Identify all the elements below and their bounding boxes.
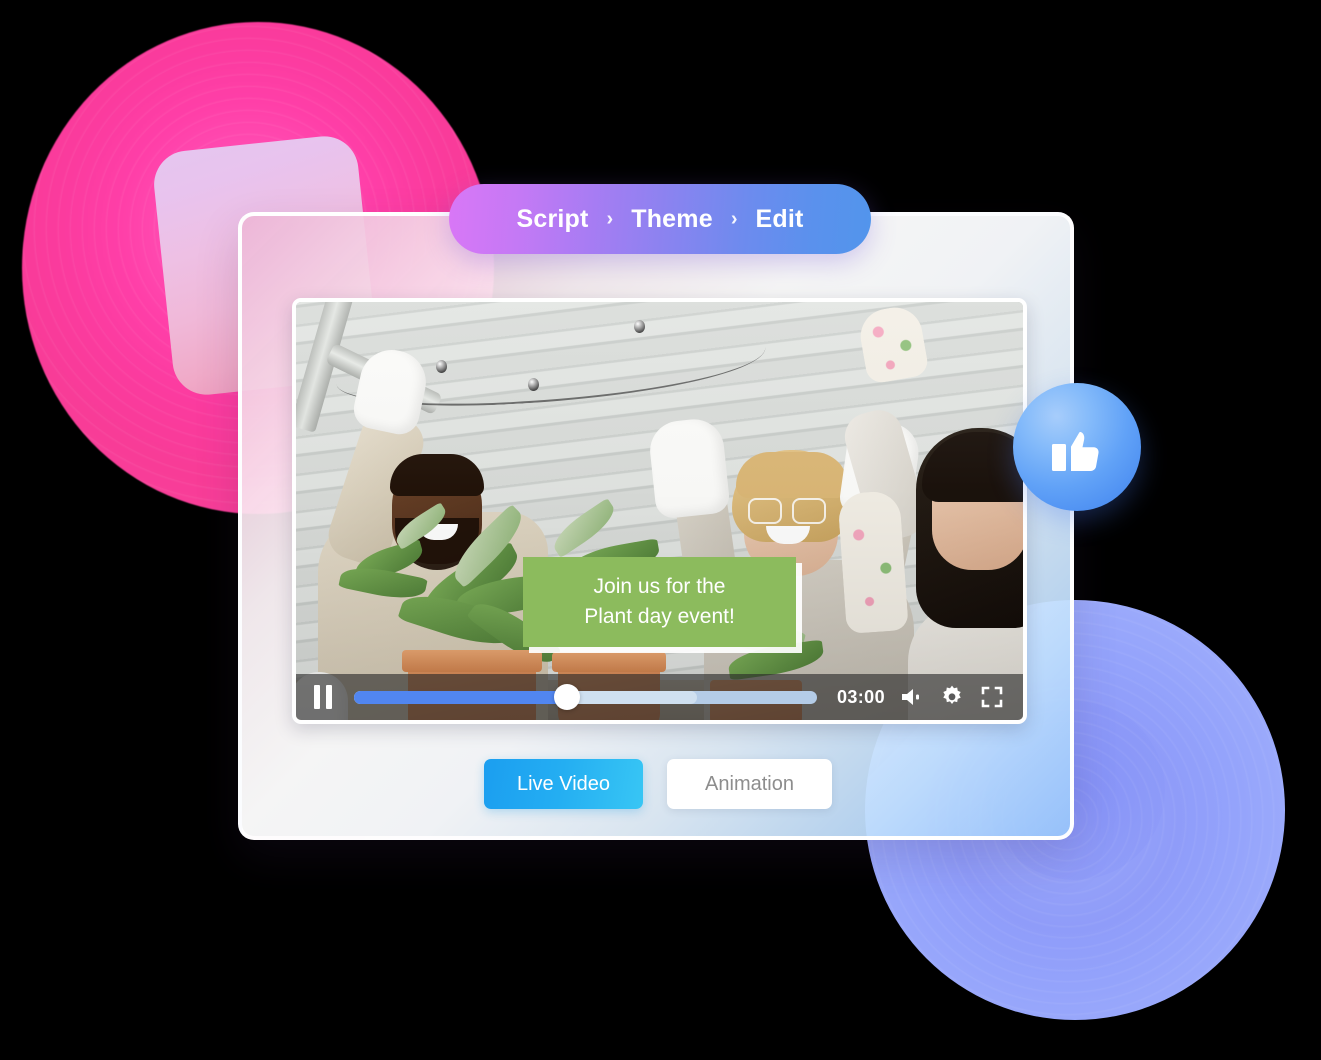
chevron-right-icon: › <box>606 207 614 230</box>
video-player[interactable]: Join us for the Plant day event! 03:00 <box>292 298 1027 724</box>
progress-bar[interactable] <box>354 684 817 710</box>
fullscreen-icon[interactable] <box>979 684 1005 710</box>
progress-thumb[interactable] <box>553 684 580 710</box>
video-still-image <box>296 302 1023 720</box>
video-caption: Join us for the Plant day event! <box>523 557 796 647</box>
player-controls: 03:00 <box>296 674 1023 720</box>
volume-icon[interactable] <box>899 684 925 710</box>
time-label: 03:00 <box>836 686 885 707</box>
breadcrumb-item-script[interactable]: Script <box>516 205 588 234</box>
breadcrumb-item-edit[interactable]: Edit <box>755 205 803 234</box>
breadcrumb-item-theme[interactable]: Theme <box>631 205 713 234</box>
caption-line-1: Join us for the <box>593 575 726 598</box>
photo-vignette <box>296 302 1023 720</box>
progress-played <box>354 690 567 704</box>
breadcrumb: Script › Theme › Edit <box>449 184 871 254</box>
chevron-right-icon: › <box>730 207 738 230</box>
mode-toggle-group: Live Video Animation <box>484 759 832 809</box>
gear-icon[interactable] <box>939 684 965 710</box>
like-badge[interactable] <box>1013 383 1141 511</box>
thumbs-up-icon <box>1052 432 1099 471</box>
screenshot-root: Script › Theme › Edit Join us for the Pl… <box>0 0 1321 1060</box>
pause-icon[interactable] <box>314 685 334 709</box>
live-video-button[interactable]: Live Video <box>484 759 643 809</box>
caption-line-2: Plant day event! <box>584 605 735 628</box>
animation-button[interactable]: Animation <box>667 759 832 809</box>
